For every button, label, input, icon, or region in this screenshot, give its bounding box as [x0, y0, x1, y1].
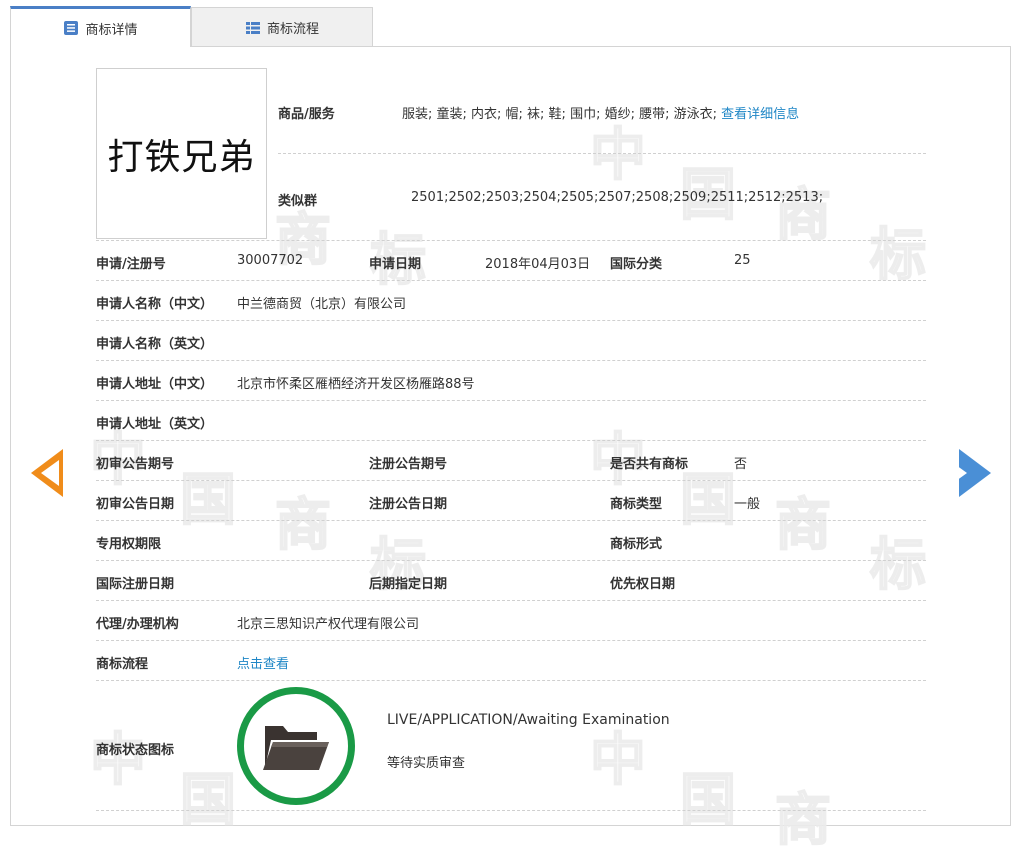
divider	[96, 640, 926, 641]
priority-date-label: 优先权日期	[610, 577, 676, 592]
reg-no-value: 30007702	[237, 253, 304, 268]
similar-group-value: 2501;2502;2503;2504;2505;2507;2508;2509;…	[411, 190, 824, 205]
process-label: 商标流程	[96, 657, 149, 672]
divider	[96, 320, 926, 321]
agent-label: 代理/办理机构	[96, 617, 179, 632]
status-en: LIVE/APPLICATION/Awaiting Examination	[387, 712, 670, 728]
document-list-icon	[64, 21, 79, 35]
shared-value: 否	[734, 457, 748, 472]
app-date-value: 2018年04月03日	[485, 257, 591, 272]
view-process-link[interactable]: 点击查看	[237, 653, 289, 672]
intl-reg-date-label: 国际注册日期	[96, 577, 175, 592]
divider	[96, 440, 926, 441]
applicant-cn-label: 申请人名称（中文）	[96, 297, 214, 312]
reg-no-label: 申请/注册号	[96, 257, 166, 272]
reg-issue-label: 注册公告期号	[369, 457, 448, 472]
tm-form-label: 商标形式	[610, 537, 663, 552]
address-en-label: 申请人地址（英文）	[96, 417, 214, 432]
goods-value: 服装; 童装; 内衣; 帽; 袜; 鞋; 围巾; 婚纱; 腰带; 游泳衣; 查看…	[402, 103, 799, 122]
intl-class-label: 国际分类	[610, 257, 663, 272]
exclusive-period-label: 专用权期限	[96, 537, 162, 552]
intl-class-value: 25	[734, 253, 751, 268]
divider	[96, 560, 926, 561]
list-icon	[245, 21, 260, 34]
tab-trademark-details[interactable]: 商标详情	[10, 6, 191, 47]
view-details-link[interactable]: 查看详细信息	[721, 107, 799, 122]
tab-label: 商标详情	[85, 22, 138, 38]
status-cn: 等待实质审查	[387, 756, 466, 771]
divider	[96, 480, 926, 481]
similar-group-label: 类似群	[278, 194, 318, 209]
tm-type-value: 一般	[734, 497, 761, 512]
applicant-en-label: 申请人名称（英文）	[96, 337, 214, 352]
goods-list: 服装; 童装; 内衣; 帽; 袜; 鞋; 围巾; 婚纱; 腰带; 游泳衣;	[402, 107, 717, 122]
tab-label: 商标流程	[266, 22, 319, 37]
address-cn-value: 北京市怀柔区雁栖经济开发区杨雁路88号	[237, 377, 475, 392]
divider	[278, 153, 926, 154]
previous-arrow-icon[interactable]	[31, 449, 63, 497]
divider	[96, 280, 926, 281]
divider	[96, 360, 926, 361]
agent-value: 北京三思知识产权代理有限公司	[237, 617, 420, 632]
divider	[96, 600, 926, 601]
divider	[96, 400, 926, 401]
goods-label: 商品/服务	[278, 107, 335, 122]
reg-date-label: 注册公告日期	[369, 497, 448, 512]
divider	[96, 810, 926, 811]
tab-trademark-process[interactable]: 商标流程	[191, 7, 373, 47]
later-date-label: 后期指定日期	[369, 577, 448, 592]
trademark-image: 打铁兄弟	[96, 68, 267, 239]
shared-label: 是否共有商标	[610, 457, 689, 472]
app-date-label: 申请日期	[369, 257, 422, 272]
tab-bar: 商标详情 商标流程	[10, 6, 1012, 47]
prelim-issue-label: 初审公告期号	[96, 457, 175, 472]
divider	[96, 240, 926, 241]
tm-type-label: 商标类型	[610, 497, 663, 512]
prelim-date-label: 初审公告日期	[96, 497, 175, 512]
next-arrow-icon[interactable]	[949, 449, 991, 497]
trademark-logo-text: 打铁兄弟	[107, 136, 256, 178]
folder-icon	[263, 726, 329, 770]
divider	[96, 520, 926, 521]
address-cn-label: 申请人地址（中文）	[96, 377, 214, 392]
divider	[96, 680, 926, 681]
status-icon	[237, 687, 355, 805]
status-label: 商标状态图标	[96, 743, 175, 758]
applicant-cn-value: 中兰德商贸（北京）有限公司	[237, 297, 407, 312]
